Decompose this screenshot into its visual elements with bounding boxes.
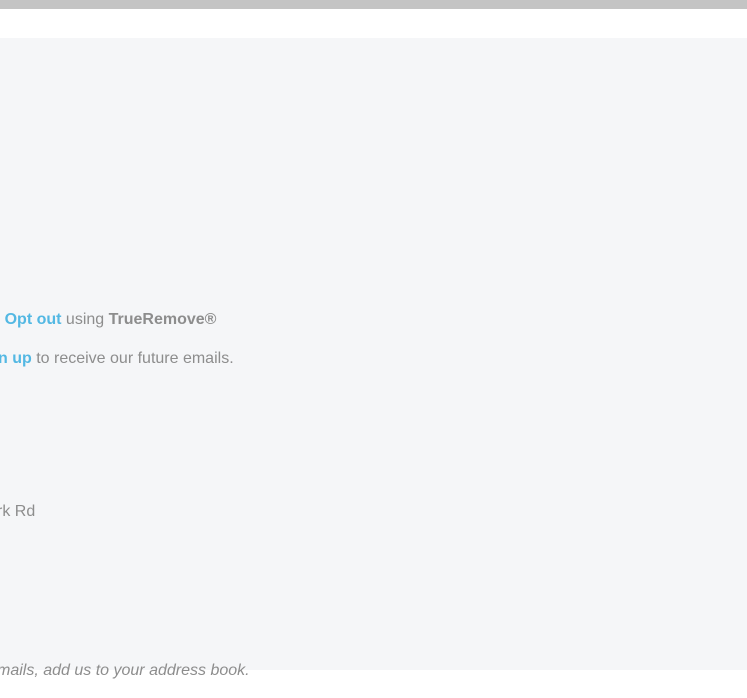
sign-up-link[interactable]: n up bbox=[0, 350, 32, 367]
opt-out-link[interactable]: Opt out bbox=[5, 311, 62, 328]
trueremove-brand: TrueRemove® bbox=[108, 311, 217, 328]
white-strip bbox=[0, 9, 747, 38]
optout-line: | Opt out using TrueRemove® bbox=[0, 310, 216, 330]
email-footer-panel: | Opt out using TrueRemove® n up to rece… bbox=[0, 38, 747, 679]
street-address: rk Rd bbox=[0, 503, 36, 520]
top-bar bbox=[0, 0, 747, 9]
signup-line: n up to receive our future emails. bbox=[0, 349, 234, 369]
address-book-note: mails, add us to your address book. bbox=[0, 662, 250, 679]
using-text: using bbox=[61, 311, 109, 328]
signup-rest-text: to receive our future emails. bbox=[31, 350, 234, 367]
